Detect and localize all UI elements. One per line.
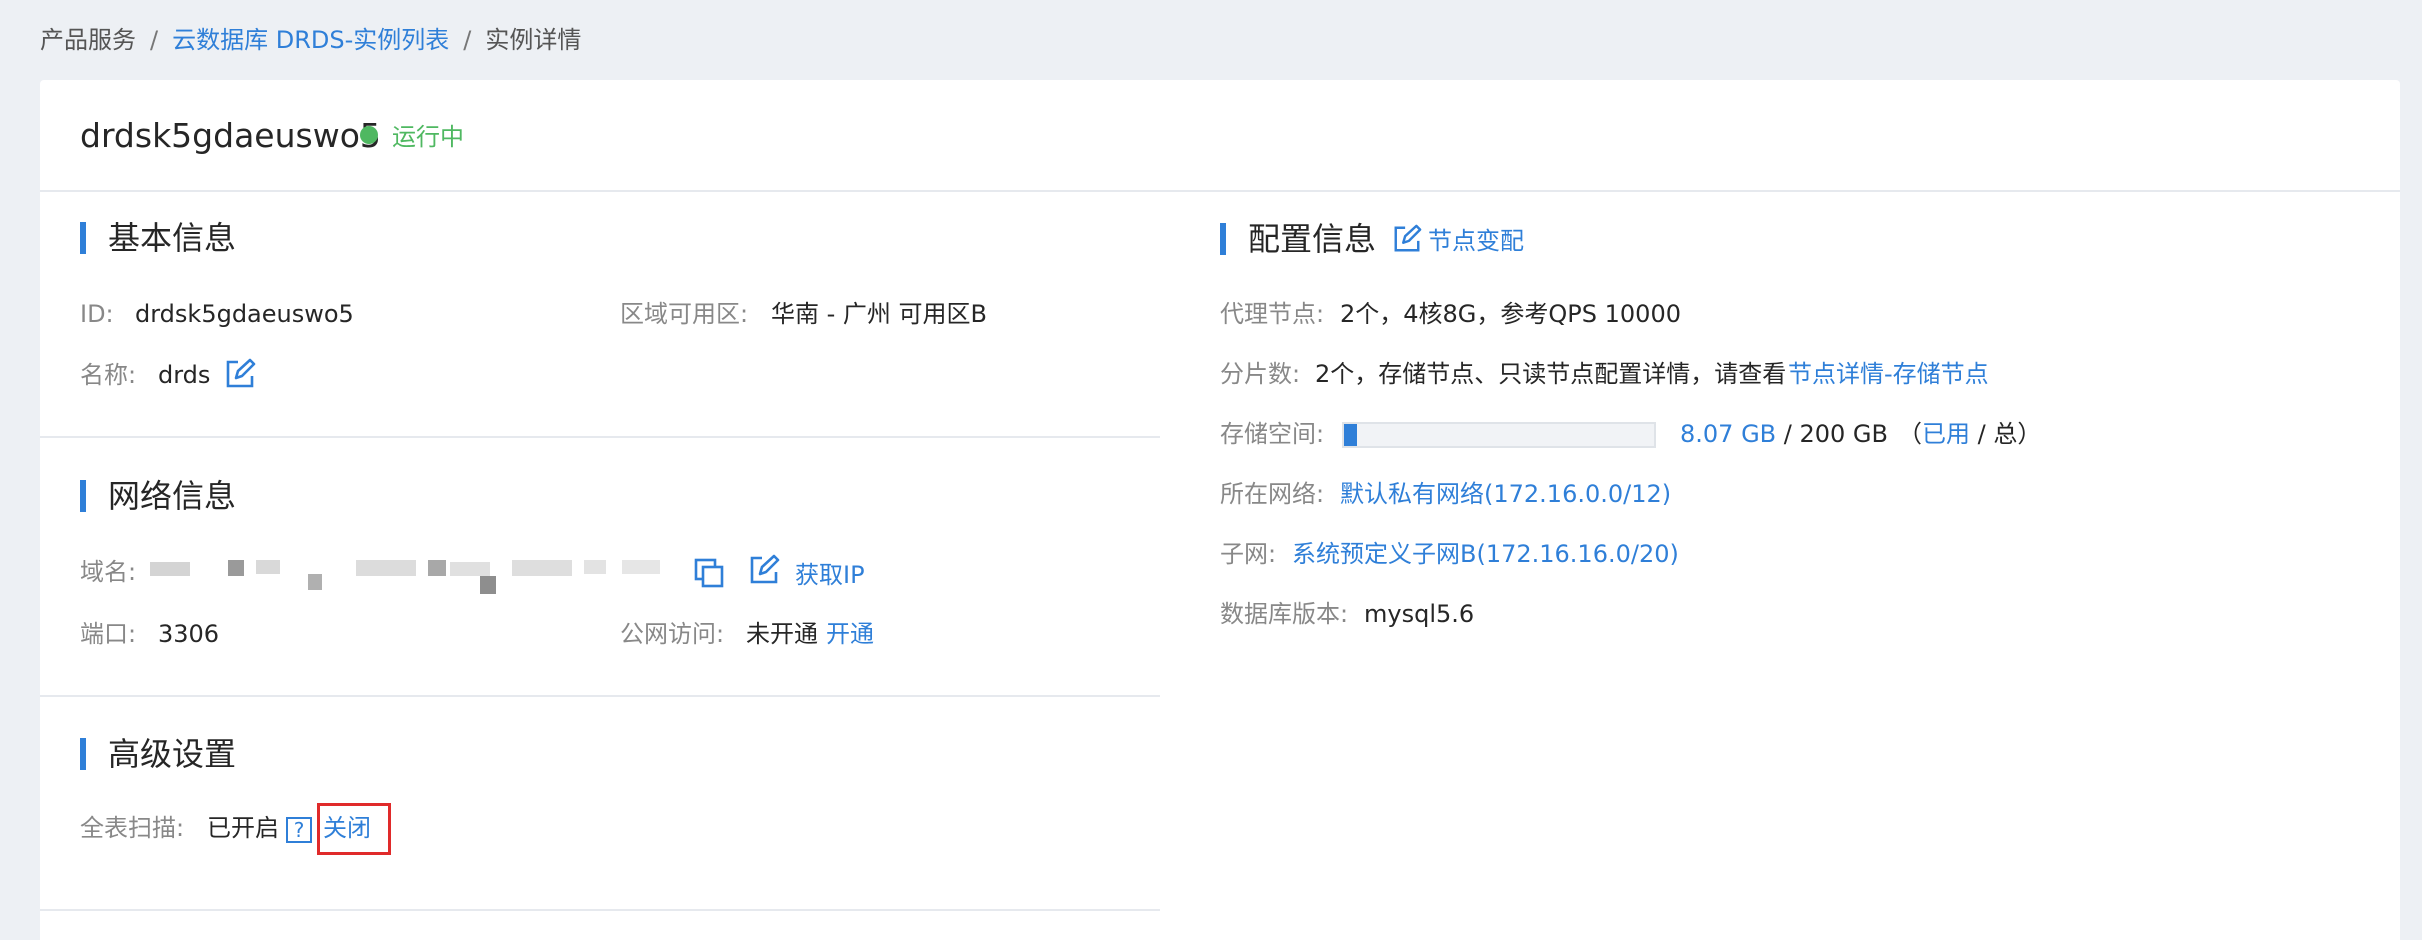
proxy-node-value: 2个，4核8G，参考QPS 10000 (1340, 300, 1681, 328)
storage-legend-total: / 总） (1969, 420, 2042, 448)
storage-label: 存储空间: (1220, 420, 1325, 448)
storage-used: 8.07 GB (1680, 420, 1777, 448)
breadcrumb: 产品服务 / 云数据库 DRDS-实例列表 / 实例详情 (40, 24, 581, 56)
help-icon[interactable]: ? (286, 817, 312, 843)
breadcrumb-current: 实例详情 (485, 26, 582, 54)
name-value: drds (158, 361, 211, 389)
section-divider (40, 436, 1160, 438)
edit-name-icon[interactable] (224, 358, 256, 390)
breadcrumb-root[interactable]: 产品服务 (40, 26, 136, 54)
status-dot-icon (360, 126, 378, 144)
breadcrumb-separator: / (150, 26, 159, 54)
node-change-link[interactable]: 节点变配 (1428, 225, 1524, 257)
public-access-value: 未开通 (746, 620, 818, 648)
status-badge: 运行中 (392, 123, 464, 151)
storage-total: 200 GB (1799, 420, 1888, 448)
shard-count-label: 分片数: (1220, 360, 1301, 388)
vpc-link[interactable]: 默认私有网络(172.16.0.0/12) (1340, 478, 1671, 510)
breadcrumb-instance-list-link[interactable]: 云数据库 DRDS-实例列表 (172, 26, 449, 54)
zone-value: 华南 - 广州 可用区B (771, 300, 988, 328)
title-bar: drdsk5gdaeuswo5 运行中 (40, 80, 2400, 192)
storage-usage-bar (1342, 422, 1656, 448)
advanced-settings-title: 高级设置 (80, 734, 236, 774)
public-access-label: 公网访问: (620, 620, 725, 648)
full-scan-value: 已开启 (207, 814, 279, 842)
section-divider (40, 909, 1160, 911)
breadcrumb-separator: / (463, 26, 472, 54)
enable-public-access-link[interactable]: 开通 (826, 618, 874, 650)
masked-domain-value (140, 554, 670, 602)
id-label: ID: (80, 300, 114, 328)
domain-label: 域名: (80, 558, 137, 586)
get-ip-link[interactable]: 获取IP (795, 559, 865, 591)
name-label: 名称: (80, 361, 137, 389)
subnet-link[interactable]: 系统预定义子网B(172.16.16.0/20) (1292, 538, 1679, 570)
id-value: drdsk5gdaeuswo5 (135, 300, 354, 328)
highlight-box (317, 803, 391, 855)
db-version-label: 数据库版本: (1220, 600, 1349, 628)
full-scan-label: 全表扫描: (80, 814, 185, 842)
edit-domain-icon[interactable] (748, 554, 780, 586)
vpc-label: 所在网络: (1220, 480, 1325, 508)
port-value: 3306 (158, 620, 220, 648)
section-divider (40, 695, 1160, 697)
config-info-title: 配置信息 (1220, 219, 1376, 259)
storage-usage-fill (1344, 424, 1357, 446)
zone-label: 区域可用区: (620, 300, 749, 328)
copy-icon[interactable] (694, 558, 724, 588)
proxy-node-label: 代理节点: (1220, 300, 1325, 328)
basic-info-title: 基本信息 (80, 218, 236, 258)
instance-detail-panel: drdsk5gdaeuswo5 运行中 (40, 80, 2400, 940)
network-info-title: 网络信息 (80, 476, 236, 516)
shard-count-value: 2个，存储节点、只读节点配置详情，请查看 (1315, 360, 1787, 388)
instance-name: drdsk5gdaeuswo5 (80, 116, 381, 155)
storage-summary: 8.07 GB / 200 GB （已用 / 总） (1680, 418, 2041, 450)
db-version-value: mysql5.6 (1364, 600, 1475, 628)
storage-legend-used: 已用 (1921, 420, 1970, 448)
node-change-icon[interactable] (1392, 224, 1422, 254)
subnet-label: 子网: (1220, 540, 1277, 568)
storage-legend-open: （ (1897, 420, 1922, 448)
storage-separator: / (1776, 420, 1800, 448)
port-label: 端口: (80, 620, 137, 648)
node-detail-storage-link[interactable]: 节点详情-存储节点 (1788, 358, 1989, 390)
